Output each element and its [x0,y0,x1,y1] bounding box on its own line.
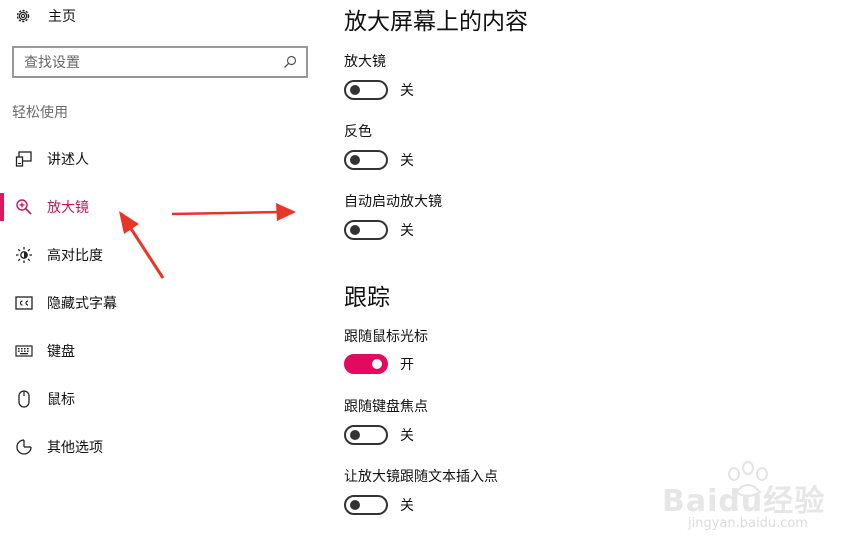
toggle-knob [350,225,360,235]
watermark-brand: Baidu经验 [662,484,826,519]
sidebar-item-high-contrast[interactable]: 高对比度 [0,243,320,267]
sidebar-item-label: 讲述人 [47,152,89,168]
follow-keyboard-toggle-row: 关 [344,424,414,446]
follow-text-cursor-toggle[interactable] [344,495,388,515]
magnifier-toggle[interactable] [344,80,388,100]
auto-start-toggle-row: 关 [344,219,414,241]
toggle-knob [350,85,360,95]
toggle-state: 关 [400,153,414,169]
setting-label-follow-text-cursor: 让放大镜跟随文本插入点 [344,469,498,485]
setting-label-magnifier: 放大镜 [344,54,386,70]
toggle-state: 开 [400,357,414,373]
follow-mouse-toggle[interactable] [344,354,388,374]
sidebar-item-label: 放大镜 [47,200,89,216]
keyboard-icon [14,341,34,361]
sidebar-item-label: 高对比度 [47,248,103,264]
home-link[interactable]: 主页 [12,4,76,28]
watermark-site: jingyan.baidu.com [688,516,808,531]
home-label: 主页 [48,9,76,25]
sidebar-item-mouse[interactable]: 鼠标 [0,387,320,411]
toggle-knob [350,500,360,510]
toggle-knob [350,155,360,165]
setting-label-auto-start: 自动启动放大镜 [344,194,442,210]
follow-keyboard-toggle[interactable] [344,425,388,445]
other-options-icon [14,437,34,457]
active-indicator [0,193,4,221]
toggle-knob [350,430,360,440]
sidebar: 主页 查找设置 轻松使用 讲述人 放大镜 高对比度 隐藏式字幕 键盘 鼠标 其他… [0,0,330,553]
follow-mouse-toggle-row: 开 [344,353,414,375]
toggle-state: 关 [400,428,414,444]
high-contrast-icon [14,245,34,265]
invert-colors-toggle[interactable] [344,150,388,170]
sidebar-item-label: 鼠标 [47,392,75,408]
search-placeholder: 查找设置 [24,55,80,71]
sidebar-item-closed-captions[interactable]: 隐藏式字幕 [0,291,320,315]
search-icon [282,54,298,70]
setting-label-invert-colors: 反色 [344,124,372,140]
sidebar-item-label: 隐藏式字幕 [47,296,117,312]
sidebar-item-keyboard[interactable]: 键盘 [0,339,320,363]
sidebar-item-label: 键盘 [47,344,75,360]
setting-label-follow-mouse: 跟随鼠标光标 [344,329,428,345]
follow-text-cursor-toggle-row: 关 [344,494,414,516]
magnifier-toggle-row: 关 [344,79,414,101]
search-input[interactable]: 查找设置 [12,46,308,78]
closed-captions-icon [14,293,34,313]
invert-colors-toggle-row: 关 [344,149,414,171]
toggle-knob [372,359,382,369]
setting-label-follow-keyboard: 跟随键盘焦点 [344,399,428,415]
narrator-icon [14,149,34,169]
watermark: Baidu经验 jingyan.baidu.com [652,460,852,540]
sidebar-item-magnifier[interactable]: 放大镜 [0,193,320,221]
magnifier-icon [14,197,34,217]
tracking-title: 跟踪 [344,285,390,311]
sidebar-item-narrator[interactable]: 讲述人 [0,147,320,171]
section-title: 轻松使用 [12,105,68,121]
sidebar-item-label: 其他选项 [47,440,103,456]
auto-start-toggle[interactable] [344,220,388,240]
gear-icon [12,5,34,27]
toggle-state: 关 [400,498,414,514]
mouse-icon [14,389,34,409]
toggle-state: 关 [400,83,414,99]
sidebar-item-other-options[interactable]: 其他选项 [0,435,320,459]
toggle-state: 关 [400,223,414,239]
page-title: 放大屏幕上的内容 [344,9,528,35]
